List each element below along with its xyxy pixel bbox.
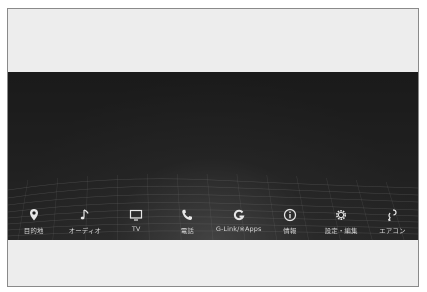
gear-icon (334, 208, 348, 222)
info-icon (283, 208, 297, 222)
home-menu-bar: 目的地 オーディオ TV 電話 G-Link/※Apps 情報 設定・編集 エア… (8, 206, 418, 240)
menu-item-phone[interactable]: 電話 (162, 206, 213, 235)
home-screen: 目的地 オーディオ TV 電話 G-Link/※Apps 情報 設定・編集 エア… (8, 72, 418, 240)
menu-item-label: G-Link/※Apps (215, 225, 262, 233)
air-conditioner-icon (385, 208, 399, 222)
menu-item-g-link-apps[interactable]: G-Link/※Apps (213, 206, 264, 233)
bottom-margin (8, 240, 418, 286)
menu-item-label: エアコン (379, 227, 406, 235)
menu-item-label: TV (131, 225, 141, 233)
tv-icon (129, 208, 143, 222)
menu-item-label: 目的地 (23, 227, 44, 235)
location-pin-icon (27, 208, 41, 222)
menu-item-label: 設定・編集 (324, 227, 358, 235)
menu-item-label: 電話 (180, 227, 194, 235)
menu-item-audio[interactable]: オーディオ (59, 206, 110, 235)
menu-item-info[interactable]: 情報 (264, 206, 315, 235)
g-link-icon (232, 208, 246, 222)
menu-item-label: 情報 (283, 227, 297, 235)
menu-item-label: オーディオ (68, 227, 102, 235)
menu-item-destination[interactable]: 目的地 (8, 206, 59, 235)
music-note-icon (78, 208, 92, 222)
phone-icon (180, 208, 194, 222)
top-margin (8, 9, 418, 72)
menu-item-settings[interactable]: 設定・編集 (316, 206, 367, 235)
menu-item-air-conditioner[interactable]: エアコン (367, 206, 418, 235)
display-frame: 目的地 オーディオ TV 電話 G-Link/※Apps 情報 設定・編集 エア… (7, 8, 419, 287)
menu-item-tv[interactable]: TV (111, 206, 162, 233)
